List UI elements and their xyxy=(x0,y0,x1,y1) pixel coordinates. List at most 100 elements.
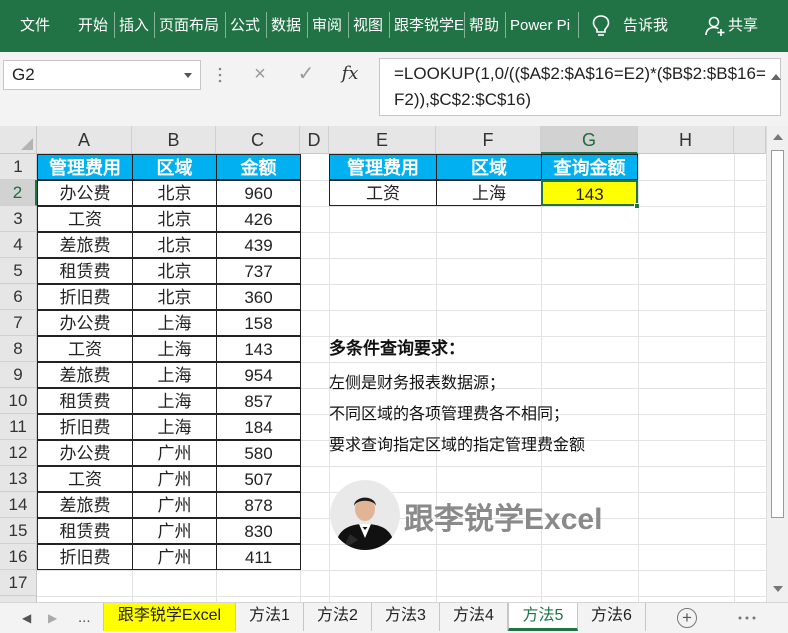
select-all-button[interactable] xyxy=(0,126,37,154)
formula-input[interactable]: =LOOKUP(1,0/(($A$2:$A$16=E2)*($B$2:$B$16… xyxy=(379,58,781,116)
table-cell[interactable]: 办公费 xyxy=(37,180,133,206)
table-cell[interactable]: 960 xyxy=(216,180,301,206)
row-header-8[interactable]: 8 xyxy=(0,336,37,362)
column-header-c[interactable]: C xyxy=(216,126,300,154)
table-cell[interactable]: 差旅费 xyxy=(37,492,133,518)
fill-handle[interactable] xyxy=(634,203,640,209)
table-cell[interactable]: 830 xyxy=(216,518,301,544)
query-region-cell[interactable]: 上海 xyxy=(436,180,542,206)
worksheet-grid[interactable]: A B C D E F G H 1 2 3 4 5 6 7 8 9 10 11 … xyxy=(0,126,788,602)
table-cell[interactable]: 广州 xyxy=(132,544,217,570)
table-cell[interactable]: 办公费 xyxy=(37,310,133,336)
row-header-5[interactable]: 5 xyxy=(0,258,37,284)
table-cell[interactable]: 954 xyxy=(216,362,301,388)
sheet-tab-method-1[interactable]: 方法1 xyxy=(236,603,304,631)
tab-review[interactable]: 审阅 xyxy=(312,0,342,52)
next-sheet-icon[interactable]: ▶ xyxy=(48,611,57,625)
query-expense-type-cell[interactable]: 工资 xyxy=(329,180,437,206)
lightbulb-icon[interactable] xyxy=(590,14,612,38)
table-cell[interactable]: 184 xyxy=(216,414,301,440)
table-cell[interactable]: 426 xyxy=(216,206,301,232)
table-cell[interactable]: 北京 xyxy=(132,284,217,310)
table-cell[interactable]: 工资 xyxy=(37,206,133,232)
row-header-17[interactable]: 17 xyxy=(0,570,37,596)
row-header-14[interactable]: 14 xyxy=(0,492,37,518)
table-cell[interactable]: 租赁费 xyxy=(37,518,133,544)
name-box[interactable]: G2 xyxy=(3,60,201,90)
table-cell[interactable]: 411 xyxy=(216,544,301,570)
table-cell[interactable]: 北京 xyxy=(132,258,217,284)
table-cell[interactable]: 439 xyxy=(216,232,301,258)
row-header-10[interactable]: 10 xyxy=(0,388,37,414)
previous-sheet-icon[interactable]: ◀ xyxy=(22,611,31,625)
table-cell[interactable]: 租赁费 xyxy=(37,388,133,414)
column-header-a[interactable]: A xyxy=(37,126,132,154)
row-header-2[interactable]: 2 xyxy=(0,180,37,206)
collapse-formula-icon[interactable] xyxy=(771,74,781,80)
table-cell[interactable]: 折旧费 xyxy=(37,544,133,570)
tab-power-pivot[interactable]: Power Pi xyxy=(510,0,578,52)
enter-icon[interactable]: ✓ xyxy=(289,59,323,89)
table-cell[interactable]: 差旅费 xyxy=(37,362,133,388)
table-header-expense-type[interactable]: 管理费用 xyxy=(37,154,133,180)
column-header-b[interactable]: B xyxy=(132,126,216,154)
row-header-12[interactable]: 12 xyxy=(0,440,37,466)
table-cell[interactable]: 工资 xyxy=(37,336,133,362)
column-header-e[interactable]: E xyxy=(329,126,436,154)
column-header-i[interactable] xyxy=(734,126,766,154)
table-cell[interactable]: 上海 xyxy=(132,414,217,440)
chevron-down-icon[interactable] xyxy=(184,73,192,78)
share-button[interactable]: 共享 xyxy=(728,0,758,52)
column-header-d[interactable]: D xyxy=(300,126,329,154)
query-header-result[interactable]: 查询金额 xyxy=(541,154,638,180)
table-cell[interactable]: 广州 xyxy=(132,492,217,518)
sheet-tab-method-5[interactable]: 方法5 xyxy=(508,603,578,631)
tab-home[interactable]: 开始 xyxy=(78,0,108,52)
table-header-amount[interactable]: 金额 xyxy=(216,154,301,180)
tab-file[interactable]: 文件 xyxy=(20,0,50,52)
tab-data[interactable]: 数据 xyxy=(271,0,301,52)
table-cell[interactable]: 北京 xyxy=(132,180,217,206)
column-header-f[interactable]: F xyxy=(436,126,541,154)
table-cell[interactable]: 办公费 xyxy=(37,440,133,466)
table-cell[interactable]: 北京 xyxy=(132,232,217,258)
scrollbar-thumb[interactable] xyxy=(771,150,784,518)
query-header-expense-type[interactable]: 管理费用 xyxy=(329,154,437,180)
tab-formulas[interactable]: 公式 xyxy=(230,0,260,52)
drag-handle-icon[interactable] xyxy=(218,66,222,84)
column-header-g[interactable]: G xyxy=(541,126,638,154)
table-cell[interactable]: 143 xyxy=(216,336,301,362)
sheet-tab-method-2[interactable]: 方法2 xyxy=(304,603,372,631)
tab-view[interactable]: 视图 xyxy=(353,0,383,52)
table-header-region[interactable]: 区域 xyxy=(132,154,217,180)
scroll-down-icon[interactable] xyxy=(773,586,783,592)
sheet-tab-method-3[interactable]: 方法3 xyxy=(372,603,440,631)
column-header-h[interactable]: H xyxy=(638,126,734,154)
table-cell[interactable]: 北京 xyxy=(132,206,217,232)
table-cell[interactable]: 工资 xyxy=(37,466,133,492)
sheet-tab-method-6[interactable]: 方法6 xyxy=(578,603,646,631)
table-cell[interactable]: 上海 xyxy=(132,362,217,388)
query-result-cell[interactable]: 143 xyxy=(541,180,638,206)
table-cell[interactable]: 租赁费 xyxy=(37,258,133,284)
sheet-tab-main[interactable]: 跟李锐学Excel xyxy=(103,603,236,631)
row-header-6[interactable]: 6 xyxy=(0,284,37,310)
table-cell[interactable]: 857 xyxy=(216,388,301,414)
tab-help[interactable]: 帮助 xyxy=(469,0,499,52)
table-cell[interactable]: 差旅费 xyxy=(37,232,133,258)
row-header-16[interactable]: 16 xyxy=(0,544,37,570)
more-options-icon[interactable] xyxy=(737,615,757,621)
vertical-scrollbar[interactable] xyxy=(766,126,788,602)
tab-custom[interactable]: 跟李锐学E xyxy=(394,0,464,52)
table-cell[interactable]: 折旧费 xyxy=(37,414,133,440)
add-sheet-button[interactable]: + xyxy=(677,608,697,628)
table-cell[interactable]: 158 xyxy=(216,310,301,336)
sheet-tab-method-4[interactable]: 方法4 xyxy=(440,603,508,631)
cancel-icon[interactable]: × xyxy=(243,59,277,89)
table-cell[interactable]: 广州 xyxy=(132,440,217,466)
table-cell[interactable]: 878 xyxy=(216,492,301,518)
row-header-9[interactable]: 9 xyxy=(0,362,37,388)
more-sheets-ellipsis[interactable]: ... xyxy=(78,609,91,626)
table-cell[interactable]: 广州 xyxy=(132,466,217,492)
table-cell[interactable]: 360 xyxy=(216,284,301,310)
